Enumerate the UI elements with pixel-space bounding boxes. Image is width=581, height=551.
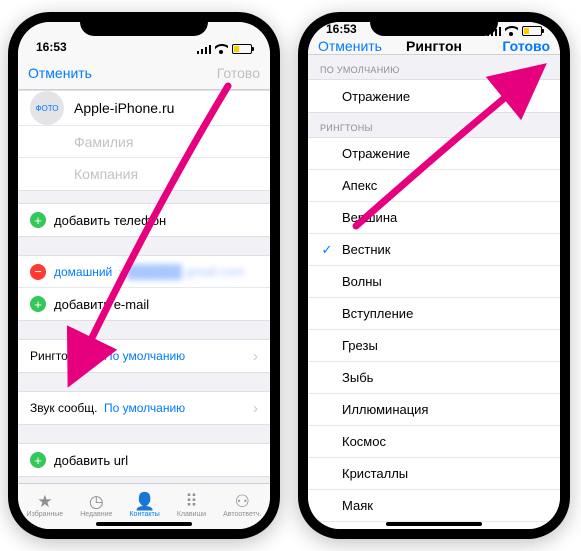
- battery-icon: [522, 26, 542, 36]
- star-icon: ★: [37, 493, 52, 510]
- add-url-row[interactable]: + добавить url: [18, 444, 270, 476]
- ringtone-item-label: Вступление: [342, 306, 548, 321]
- textsound-row[interactable]: Звук сообщ. По умолчанию ›: [18, 392, 270, 424]
- email-type-label[interactable]: домашний: [54, 265, 112, 279]
- ringtone-item[interactable]: Отражение: [308, 138, 560, 170]
- battery-icon: [232, 44, 252, 54]
- add-email-row[interactable]: + добавить e-mail: [18, 288, 270, 320]
- company-field[interactable]: Компания: [74, 166, 258, 182]
- textsound-value: По умолчанию: [104, 401, 185, 415]
- cancel-button[interactable]: Отменить: [318, 38, 406, 54]
- ringtone-item-label: Апекс: [342, 178, 548, 193]
- ringtone-item-label: Иллюминация: [342, 402, 548, 417]
- ringtone-value: По умолчанию: [104, 349, 185, 363]
- name-row[interactable]: ФОТО Apple-iPhone.ru: [18, 91, 270, 126]
- ringtone-item[interactable]: Зыбь: [308, 362, 560, 394]
- status-icons: [197, 44, 252, 54]
- done-button[interactable]: Готово: [462, 38, 550, 54]
- chevron-right-icon: ›: [253, 348, 258, 365]
- keypad-icon: ⠿: [185, 493, 197, 510]
- tab-voicemail[interactable]: ⚇ Автоответч.: [223, 493, 261, 518]
- lastname-field[interactable]: Фамилия: [74, 134, 258, 150]
- add-phone-row[interactable]: + добавить телефон: [18, 204, 270, 236]
- wifi-icon: [215, 44, 228, 54]
- ringtone-item-label: Космос: [342, 434, 548, 449]
- ringtone-item[interactable]: Апекс: [308, 170, 560, 202]
- done-button: Готово: [144, 65, 260, 81]
- ringtone-item-label: Отражение: [342, 146, 548, 161]
- ringtone-item-label: Грезы: [342, 338, 548, 353]
- home-indicator[interactable]: [96, 522, 192, 526]
- plus-icon: +: [30, 452, 46, 468]
- chevron-right-icon: ›: [253, 400, 258, 417]
- notch: [80, 12, 208, 36]
- tab-favorites[interactable]: ★ Избранные: [27, 493, 64, 518]
- add-email-label: добавить e-mail: [54, 297, 149, 312]
- ringtone-item-label: Вестник: [342, 242, 548, 257]
- ringtone-item[interactable]: Космос: [308, 426, 560, 458]
- ringtone-item[interactable]: Вершина: [308, 202, 560, 234]
- ringtone-item[interactable]: Грезы: [308, 330, 560, 362]
- checkmark-icon: ✓: [320, 242, 334, 258]
- nav-bar: Отменить Готово: [18, 56, 270, 90]
- ringtone-item-label: Маяк: [342, 498, 548, 513]
- nav-bar: Отменить Рингтон Готово: [308, 38, 560, 55]
- home-indicator[interactable]: [386, 522, 482, 526]
- ringtone-list: Отражение Апекс Вершина ✓ Вестник Волны Вступл…: [308, 137, 560, 529]
- phone-left: 16:53 Отменить Готово ФОТО Apple-iPhone.…: [8, 12, 280, 539]
- ringtone-item[interactable]: Иллюминация: [308, 394, 560, 426]
- add-photo-button[interactable]: ФОТО: [30, 91, 64, 125]
- lastname-row[interactable]: Фамилия: [18, 126, 270, 158]
- phone-right: 16:53 Отменить Рингтон Готово ПО УМОЛЧАН…: [298, 12, 570, 539]
- textsound-key: Звук сообщ.: [30, 401, 104, 415]
- tab-keypad[interactable]: ⠿ Клавиши: [177, 493, 206, 518]
- email-row[interactable]: − домашний › ██████ gmail.com: [18, 256, 270, 288]
- ringtone-item-label: Кристаллы: [342, 466, 548, 481]
- ringtone-item[interactable]: Вступление: [308, 298, 560, 330]
- email-value[interactable]: ██████ gmail.com: [127, 264, 258, 279]
- name-fields-group: ФОТО Apple-iPhone.ru Фамилия Компания: [18, 90, 270, 191]
- ringtone-key: Рингтон: [30, 349, 104, 363]
- voicemail-icon: ⚇: [235, 493, 250, 510]
- default-ringtone-row[interactable]: Отражение: [308, 80, 560, 112]
- ringtone-item-label: Зыбь: [342, 370, 548, 385]
- clock-icon: ◷: [89, 493, 104, 510]
- add-url-label: добавить url: [54, 453, 128, 468]
- ringtone-item[interactable]: Кристаллы: [308, 458, 560, 490]
- screen-right: 16:53 Отменить Рингтон Готово ПО УМОЛЧАН…: [308, 22, 560, 529]
- ringtone-item-label: Волны: [342, 274, 548, 289]
- section-header-default: ПО УМОЛЧАНИЮ: [308, 55, 560, 79]
- plus-icon: +: [30, 212, 46, 228]
- cancel-button[interactable]: Отменить: [28, 65, 144, 81]
- screen-left: 16:53 Отменить Готово ФОТО Apple-iPhone.…: [18, 22, 270, 529]
- company-row[interactable]: Компания: [18, 158, 270, 190]
- ringtone-item[interactable]: Маяк: [308, 490, 560, 522]
- ringtone-item[interactable]: ✓ Вестник: [308, 234, 560, 266]
- signal-icon: [197, 45, 211, 54]
- firstname-field[interactable]: Apple-iPhone.ru: [74, 100, 258, 116]
- status-time: 16:53: [36, 40, 67, 54]
- wifi-icon: [505, 26, 518, 36]
- minus-icon: −: [30, 264, 46, 280]
- tab-contacts[interactable]: 👤 Контакты: [129, 493, 159, 518]
- ringtone-item[interactable]: Волны: [308, 266, 560, 298]
- chevron-right-icon: ›: [118, 264, 122, 279]
- status-time: 16:53: [326, 22, 357, 36]
- section-header-ringtones: РИНГТОНЫ: [308, 113, 560, 137]
- person-icon: 👤: [134, 493, 155, 510]
- notch: [370, 12, 498, 36]
- plus-icon: +: [30, 296, 46, 312]
- ringtone-item-label: Вершина: [342, 210, 548, 225]
- add-phone-label: добавить телефон: [54, 213, 166, 228]
- page-title: Рингтон: [406, 38, 462, 54]
- ringtone-row[interactable]: Рингтон По умолчанию ›: [18, 340, 270, 372]
- ringtone-item-label: Отражение: [342, 89, 548, 104]
- tab-recents[interactable]: ◷ Недавние: [80, 493, 112, 518]
